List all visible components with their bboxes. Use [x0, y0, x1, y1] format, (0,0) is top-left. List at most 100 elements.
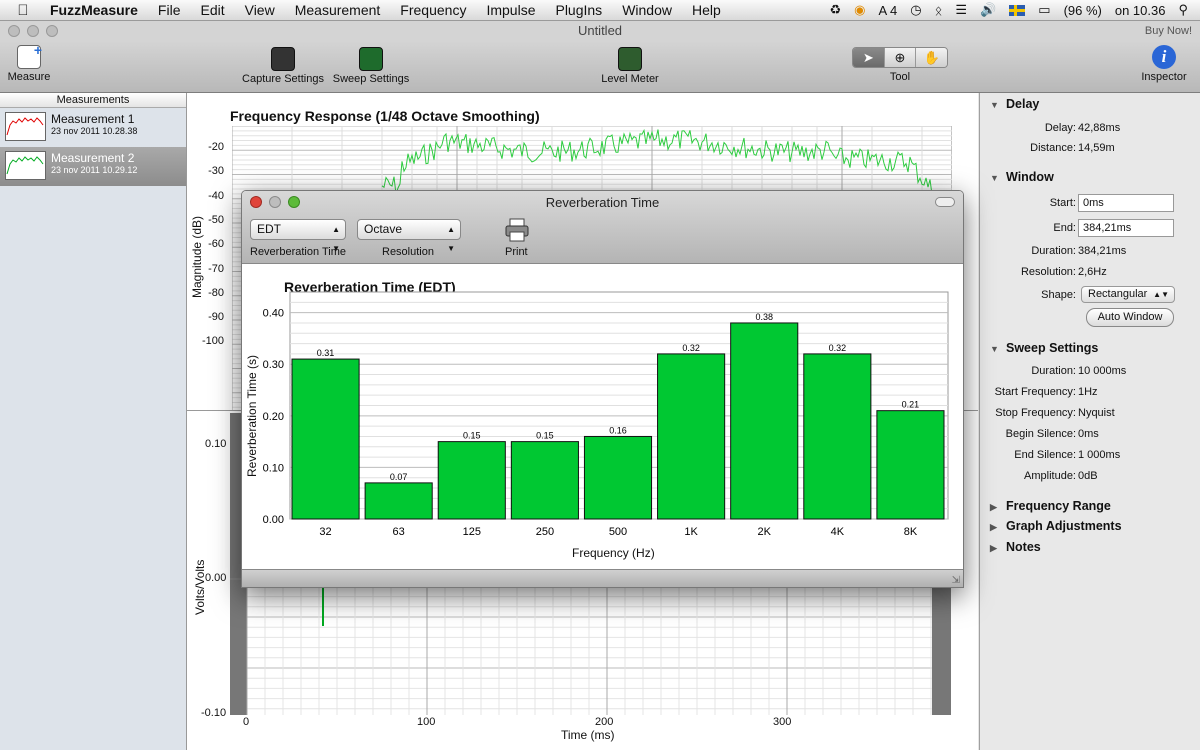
rt-x-tick: 125 [463, 526, 481, 538]
sweep-duration-value: 10 000ms [1078, 365, 1127, 377]
impulse-x-tick-0: 0 [243, 716, 250, 728]
notes-header[interactable]: ▶ Notes [990, 540, 1041, 554]
rt-resolution-select[interactable]: Octave ▲ ▼ [357, 219, 461, 253]
impulse-y-tick-zero: 0.00 [205, 572, 227, 584]
sweep-settings-icon [359, 47, 383, 71]
rt-x-tick: 4K [831, 526, 845, 538]
sweep-start-value: 1Hz [1078, 386, 1098, 398]
input-indicator[interactable]: A 4 [878, 3, 897, 18]
graph-adjustments-header[interactable]: ▶ Graph Adjustments [990, 519, 1122, 533]
rt-window-header: Reverberation Time EDT ▲ ▼ Reverberation T… [242, 191, 963, 264]
rt-bar-value-label: 0.15 [463, 431, 481, 441]
tool-selector[interactable]: ➤ ⊕ ✋ Tool [850, 47, 950, 83]
time-machine-icon[interactable]: ◷ [910, 2, 921, 18]
menu-view[interactable]: View [235, 2, 285, 18]
menu-bar:  FuzzMeasure File Edit View Measurement… [0, 0, 1200, 21]
measure-button[interactable]: + Measure [6, 42, 52, 83]
distance-value: 14,59m [1078, 142, 1115, 154]
close-button[interactable] [8, 25, 20, 37]
apple-menu-icon[interactable]:  [0, 2, 46, 19]
window-duration-value: 384,21ms [1078, 245, 1127, 257]
menu-frequency[interactable]: Frequency [390, 2, 476, 18]
battery-icon[interactable]: ▭ [1038, 2, 1050, 18]
amplitude-value: 0dB [1078, 470, 1098, 482]
delay-label: Delay: [1044, 122, 1076, 134]
menu-app[interactable]: FuzzMeasure [46, 2, 148, 18]
menu-impulse[interactable]: Impulse [476, 2, 545, 18]
toolbar-toggle-button[interactable] [935, 197, 955, 207]
status-icon[interactable]: ◉ [854, 2, 865, 18]
impulse-x-tick-300: 300 [773, 716, 792, 728]
menu-window[interactable]: Window [612, 2, 682, 18]
window-start-field[interactable]: 0ms [1078, 194, 1174, 212]
rt-mode-select[interactable]: EDT ▲ ▼ [250, 219, 346, 253]
menu-help[interactable]: Help [682, 2, 731, 18]
sweep-settings-button[interactable]: Sweep Settings [330, 47, 412, 85]
rt-bar [583, 435, 653, 520]
frequency-range-header[interactable]: ▶ Frequency Range [990, 499, 1111, 513]
rt-bar [364, 482, 433, 520]
battery-percent[interactable]: (96 %) [1064, 3, 1102, 18]
rt-bar-value-label: 0.21 [902, 400, 920, 410]
begin-silence-label: Begin Silence: [1005, 428, 1076, 440]
rt-x-tick: 2K [757, 526, 771, 538]
sync-icon[interactable]: ♻ [829, 2, 841, 18]
disclosure-closed-icon: ▶ [990, 543, 997, 553]
sweep-settings-label: Sweep Settings [332, 73, 410, 85]
clock[interactable]: on 10.36 [1115, 3, 1166, 18]
menu-edit[interactable]: Edit [190, 2, 234, 18]
frequency-y-label: Magnitude (dB) [190, 215, 204, 298]
end-silence-label: End Silence: [1014, 449, 1076, 461]
pointer-tool-icon[interactable]: ➤ [853, 48, 885, 67]
bluetooth-icon[interactable]: ᛟ [935, 3, 943, 18]
minimize-button[interactable] [27, 25, 39, 37]
rt-x-tick: 1K [684, 526, 698, 538]
resize-grip-icon[interactable]: ⇲ [952, 575, 960, 586]
window-end-label: End: [1053, 222, 1076, 234]
rt-mode-caption: Reverberation Time [250, 246, 346, 258]
frequency-graph-title: Frequency Response (1/48 Octave Smoothin… [230, 108, 540, 124]
auto-window-button[interactable]: Auto Window [1086, 308, 1174, 327]
flag-icon[interactable] [1009, 4, 1026, 16]
rt-x-label: Frequency (Hz) [572, 546, 655, 560]
delay-section-header[interactable]: ▼ Delay [990, 97, 1039, 111]
frequency-y-tick: -50 [208, 213, 224, 226]
search-icon[interactable]: ⚲ [1178, 2, 1188, 18]
measurement-item-2[interactable]: Measurement 2 23 nov 2011 10.29.12 [0, 147, 186, 186]
volume-icon[interactable]: 🔊 [980, 2, 996, 18]
measurement-thumbnail [5, 151, 46, 180]
measurements-sidebar: Measurements Measurement 1 23 nov 2011 1… [0, 93, 187, 750]
zoom-tool-icon[interactable]: ⊕ [884, 48, 917, 67]
menu-measurement[interactable]: Measurement [285, 2, 391, 18]
window-section-header[interactable]: ▼ Window [990, 170, 1054, 184]
hand-tool-icon[interactable]: ✋ [916, 48, 947, 67]
window-resolution-label: Resolution: [1020, 266, 1076, 278]
buy-now-link[interactable]: Buy Now! [1145, 21, 1192, 41]
impulse-y-tick-max: 0.10 [205, 438, 227, 450]
disclosure-open-icon: ▼ [990, 344, 999, 354]
impulse-x-tick-100: 100 [417, 716, 436, 728]
window-end-field[interactable]: 384,21ms [1078, 219, 1174, 237]
rt-resolution-caption: Resolution [382, 246, 434, 258]
reverberation-time-window[interactable]: Reverberation Time EDT ▲ ▼ Reverberation T… [241, 190, 964, 588]
disclosure-open-icon: ▼ [990, 100, 999, 110]
disclosure-closed-icon: ▶ [990, 522, 997, 532]
menu-file[interactable]: File [148, 2, 191, 18]
begin-silence-value: 0ms [1078, 428, 1099, 440]
window-shape-select[interactable]: Rectangular ▲▼ [1081, 286, 1175, 303]
measurement-item-1[interactable]: Measurement 1 23 nov 2011 10.28.38 [0, 108, 186, 147]
zoom-button[interactable] [46, 25, 58, 37]
wifi-icon[interactable]: ☰ [955, 2, 967, 18]
rt-x-tick: 500 [609, 526, 627, 538]
inspector-label: Inspector [1141, 71, 1187, 83]
rt-x-tick: 8K [904, 526, 918, 538]
menu-plugins[interactable]: PlugIns [545, 2, 612, 18]
capture-settings-button[interactable]: Capture Settings [238, 47, 328, 85]
inspector-button[interactable]: i Inspector [1136, 45, 1192, 83]
level-meter-button[interactable]: Level Meter [596, 47, 664, 85]
rt-y-tick: 0.00 [263, 514, 284, 526]
rt-bar [876, 410, 945, 520]
window-start-label: Start: [1049, 197, 1076, 209]
sweep-section-header[interactable]: ▼ Sweep Settings [990, 341, 1098, 355]
print-icon[interactable] [504, 217, 530, 243]
